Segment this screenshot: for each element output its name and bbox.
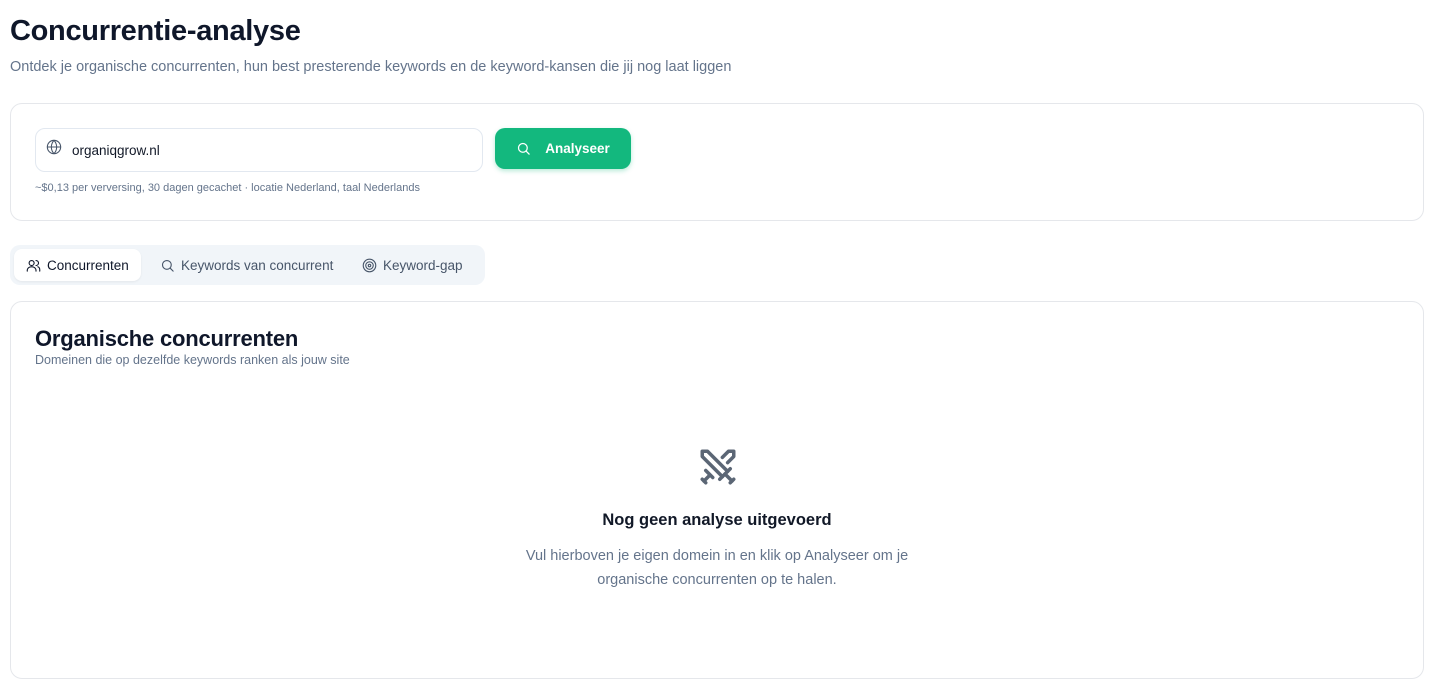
tab-keyword-gap[interactable]: Keyword-gap [350, 249, 475, 281]
domain-field[interactable] [35, 128, 483, 172]
tab-keyword-gap-label: Keyword-gap [383, 257, 463, 273]
target-icon [362, 258, 377, 272]
globe-icon [46, 139, 62, 155]
page-subtitle: Ontdek je organische concurrenten, hun b… [10, 59, 732, 75]
analyse-button[interactable]: Analyseer [495, 128, 631, 169]
empty-state-text: Vul hierboven je eigen domein in en klik… [525, 548, 909, 588]
search-icon [518, 142, 530, 155]
empty-state-title: Nog geen analyse uitgevoerd [602, 511, 832, 529]
section-title: Organische concurrenten [35, 326, 299, 351]
tab-concurrenten[interactable]: Concurrenten [14, 249, 141, 281]
tab-concurrenten-label: Concurrenten [47, 257, 129, 273]
cost-note: ~$0,13 per verversing, 30 dagen gecachet… [35, 182, 420, 194]
tab-keywords-van-concurrent[interactable]: Keywords van concurrent [148, 249, 345, 281]
section-subtitle: Domeinen die op dezelfde keywords ranken… [35, 353, 350, 367]
search-card: Analyseer ~$0,13 per verversing, 30 dage… [10, 103, 1424, 221]
page: Concurrentie-analyse Ontdek je organisch… [0, 0, 1433, 695]
domain-input[interactable] [72, 129, 472, 171]
swords-icon [700, 449, 736, 485]
results-card: Organische concurrenten Domeinen die op … [10, 301, 1424, 679]
page-title: Concurrentie-analyse [10, 15, 301, 47]
tab-keywords-label: Keywords van concurrent [181, 257, 334, 273]
tab-bar: Concurrenten Keywords van concurrent Key… [10, 245, 485, 285]
users-icon [26, 259, 41, 272]
search-icon [161, 259, 174, 272]
analyse-button-label: Analyseer [545, 141, 610, 156]
